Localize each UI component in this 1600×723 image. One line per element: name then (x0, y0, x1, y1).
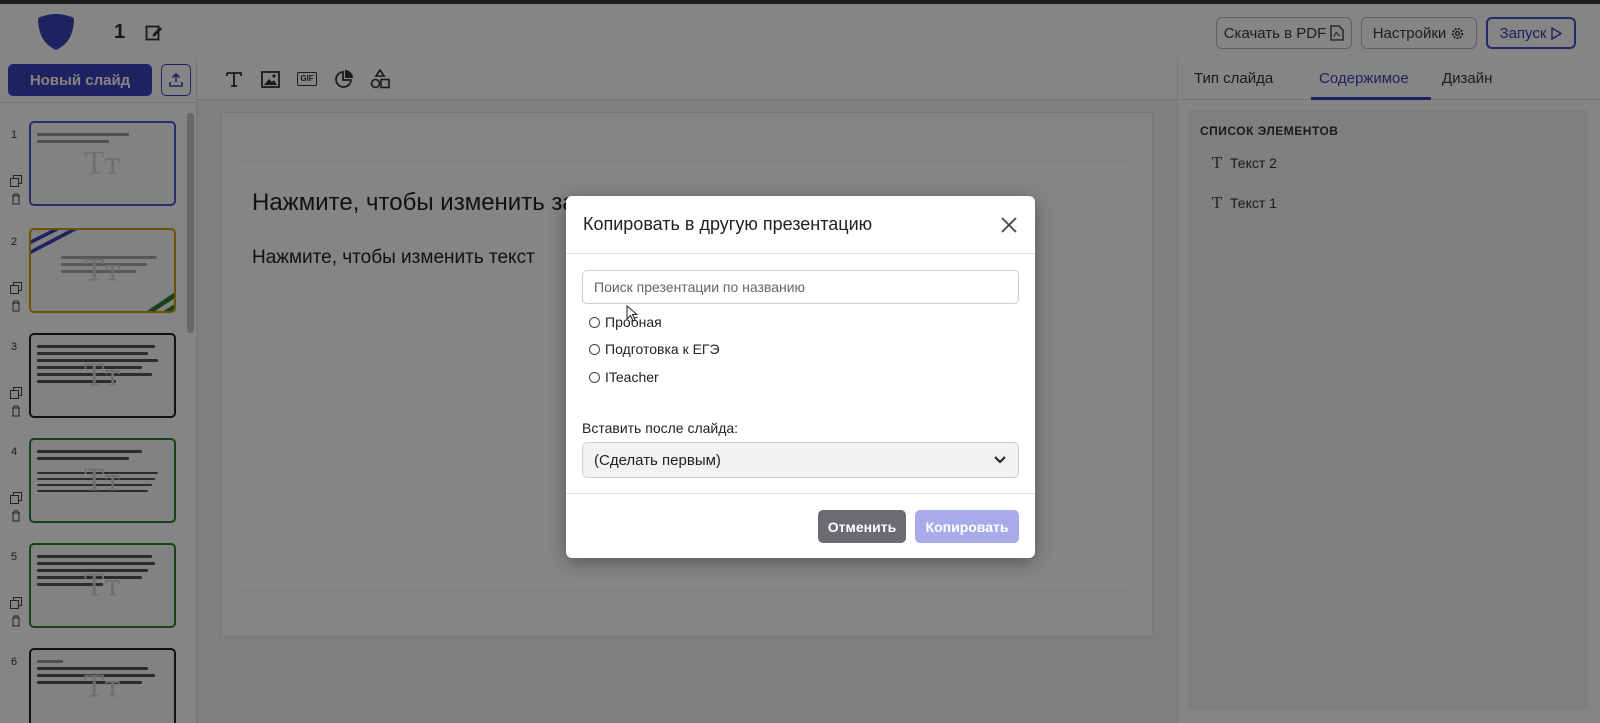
copy-button[interactable]: Копировать (915, 510, 1019, 543)
chevron-down-icon (994, 456, 1006, 464)
insert-after-value: (Сделать первым) (594, 451, 721, 469)
presentation-search-input[interactable] (582, 270, 1019, 304)
radio-button[interactable] (589, 343, 600, 355)
copy-to-presentation-dialog: Копировать в другую презентацию Пробная … (566, 196, 1035, 558)
presentation-option-label: ITeacher (605, 369, 659, 385)
insert-after-select[interactable]: (Сделать первым) (582, 442, 1019, 478)
mouse-cursor-icon (626, 305, 638, 322)
dialog-footer-divider (566, 493, 1035, 494)
dialog-header: Копировать в другую презентацию (566, 196, 1035, 254)
cancel-button[interactable]: Отменить (818, 510, 906, 543)
radio-button[interactable] (589, 371, 600, 383)
close-icon[interactable] (999, 215, 1019, 235)
dialog-title: Копировать в другую презентацию (583, 214, 873, 234)
presentation-option[interactable]: Подготовка к ЕГЭ (589, 341, 720, 357)
insert-after-label: Вставить после слайда: (582, 420, 739, 436)
radio-button[interactable] (589, 316, 600, 328)
presentation-option-label: Подготовка к ЕГЭ (605, 341, 720, 357)
presentation-option[interactable]: ITeacher (589, 369, 659, 385)
